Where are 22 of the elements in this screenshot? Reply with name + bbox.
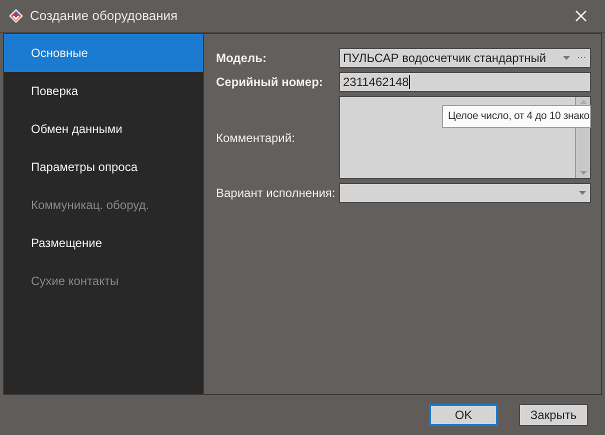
ellipsis-button[interactable]: ··· (577, 51, 586, 65)
close-dialog-button[interactable]: Закрыть (519, 404, 588, 426)
serial-number-field[interactable]: 2311462148 (339, 72, 591, 92)
tooltip: Целое число, от 4 до 10 знако (442, 105, 592, 128)
sidebar-item[interactable]: Размещение (4, 224, 203, 262)
dropdown-arrow-icon[interactable] (563, 56, 570, 60)
sidebar-item[interactable]: Поверка (4, 72, 203, 110)
logo-icon (8, 8, 24, 24)
combobox-value: ПУЛЬСАР водосчетчик стандартный (343, 50, 548, 67)
field-label: Вариант исполнения: (216, 185, 336, 202)
ok-button[interactable]: OK (429, 404, 498, 426)
field-label: Комментарий: (216, 130, 296, 146)
sidebar-item[interactable]: Обмен данными (4, 110, 203, 148)
variant-dropdown[interactable] (339, 183, 591, 203)
window-title: Создание оборудования (30, 7, 178, 26)
field-label: Серийный номер: (216, 74, 324, 91)
sidebar-item[interactable]: Параметры опроса (4, 148, 203, 186)
dropdown-arrow-icon[interactable] (579, 191, 586, 195)
field-label: Модель: (216, 50, 268, 67)
sidebar-item[interactable]: Основные (4, 34, 203, 72)
close-icon[interactable] (575, 10, 587, 22)
model-combobox[interactable]: ПУЛЬСАР водосчетчик стандартный ··· (339, 48, 591, 68)
